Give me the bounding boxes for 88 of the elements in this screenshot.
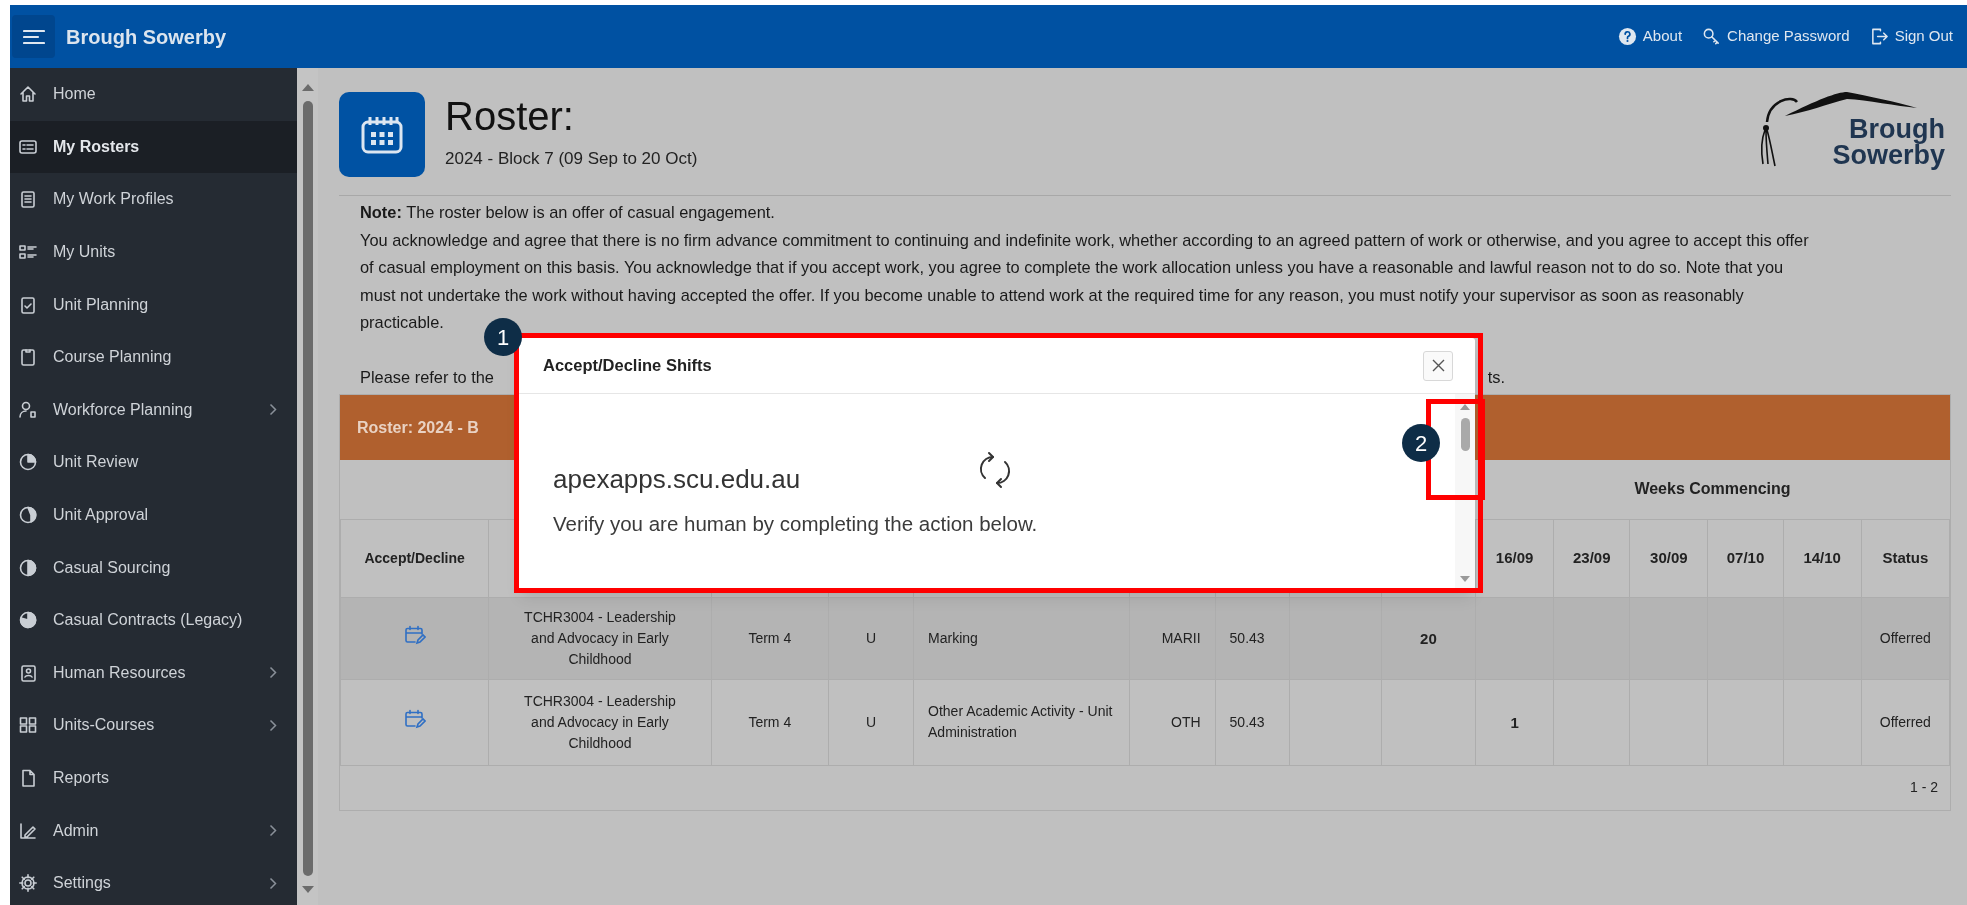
table-cell: 20 xyxy=(1420,629,1437,647)
gear-icon xyxy=(18,873,38,894)
table-cell: U xyxy=(865,629,876,646)
clipboard-icon xyxy=(18,347,38,368)
table-cell: Offerred xyxy=(1879,713,1931,730)
pie-chart-icon xyxy=(18,505,38,526)
table-cell: Term 4 xyxy=(748,629,792,646)
table-cell: OTH xyxy=(1171,713,1201,730)
sign-out-icon xyxy=(1869,27,1889,46)
reference-text: Please refer to the xyxy=(360,366,494,388)
table-cell: 50.43 xyxy=(1229,713,1265,730)
scroll-down-icon[interactable] xyxy=(301,886,314,893)
sidebar-item[interactable]: Unit Review xyxy=(10,436,297,489)
sidebar-item[interactable]: My Work Profiles xyxy=(10,173,297,226)
page-subtitle: 2024 - Block 7 (09 Sep to 20 Oct) xyxy=(445,148,698,170)
calendar-icon xyxy=(360,114,404,155)
menu-icon xyxy=(22,28,45,45)
column-group-header: Weeks Commencing xyxy=(1634,480,1791,498)
table-cell: Marking xyxy=(928,629,978,646)
clipboard-icon xyxy=(18,189,38,210)
clipboard-check-icon xyxy=(18,294,38,315)
calendar-edit-icon xyxy=(403,709,426,729)
table-cell: Other Academic Activity - Unit Administration xyxy=(928,703,1113,740)
column-header: 23/09 xyxy=(1572,548,1611,566)
column-header: 30/09 xyxy=(1650,548,1688,566)
pie-chart-icon xyxy=(18,610,38,631)
header-link[interactable]: About xyxy=(1617,25,1683,48)
dialog-title: Accept/Decline Shifts xyxy=(543,355,712,377)
sidebar-item[interactable]: Settings xyxy=(10,856,297,905)
scrollbar[interactable] xyxy=(297,68,318,905)
table-cell: MARII xyxy=(1161,629,1201,646)
grid-icon xyxy=(18,715,38,736)
scrollbar-thumb[interactable] xyxy=(302,101,313,876)
column-header: Accept/Decline xyxy=(364,549,465,566)
reference-text: ts. xyxy=(1487,366,1505,388)
note-text: Note: The roster below is an offer of casual engagement. xyxy=(360,202,776,223)
sidebar-item[interactable]: Casual Sourcing xyxy=(10,541,297,594)
edit-shift-button[interactable] xyxy=(403,625,426,645)
key-icon xyxy=(1702,27,1722,46)
header-link[interactable]: Sign Out xyxy=(1869,25,1953,48)
scroll-up-icon[interactable] xyxy=(301,84,314,91)
scroll-up-icon[interactable] xyxy=(1460,404,1470,410)
sidebar-item[interactable]: My Units xyxy=(10,225,297,279)
page-title: Roster: xyxy=(445,93,575,140)
sidebar-item[interactable]: My Rosters xyxy=(10,120,297,174)
menu-button[interactable] xyxy=(12,15,55,58)
column-header: Status xyxy=(1882,548,1929,566)
verification-message: Verify you are human by completing the action below. xyxy=(553,511,1039,537)
scrollbar-thumb[interactable] xyxy=(1460,418,1470,451)
site-name: apexapps.scu.edu.au xyxy=(553,463,801,496)
close-button[interactable] xyxy=(1423,350,1453,381)
pie-chart-icon xyxy=(18,557,38,578)
scrollbar[interactable] xyxy=(1455,394,1475,590)
table-cell: TCHR3004 - Leadership and Advocacy in Early Childhood xyxy=(524,608,676,667)
id-card-icon xyxy=(18,662,38,683)
sidebar-item[interactable]: Course Planning xyxy=(10,330,297,384)
scroll-down-icon[interactable] xyxy=(1460,576,1470,582)
table-cell: Offerred xyxy=(1879,629,1931,646)
sidebar-item[interactable]: Human Resources xyxy=(10,646,297,700)
column-header: 16/09 xyxy=(1495,548,1534,566)
house-icon xyxy=(18,84,38,105)
sidebar-item[interactable]: Workforce Planning xyxy=(10,383,297,437)
help-icon xyxy=(1617,27,1637,46)
edit-shift-button[interactable] xyxy=(403,709,426,729)
table-cell: 1 xyxy=(1510,713,1519,731)
pie-chart-icon xyxy=(18,452,38,473)
sidebar-item[interactable]: Units-Courses xyxy=(10,699,297,752)
table-cell: Term 4 xyxy=(748,713,792,730)
table-cell: U xyxy=(865,713,876,730)
pagination-text: 1 - 2 xyxy=(1910,778,1938,797)
user-icon xyxy=(18,399,38,420)
sidebar-item[interactable]: Home xyxy=(10,68,297,121)
sidebar-item[interactable]: Unit Approval xyxy=(10,488,297,542)
header-link[interactable]: Change Password xyxy=(1702,25,1850,48)
sidebar-item[interactable]: Casual Contracts (Legacy) xyxy=(10,593,297,647)
sidebar-item[interactable]: Admin xyxy=(10,804,297,857)
sidebar-item[interactable]: Reports xyxy=(10,751,297,805)
table-cell: TCHR3004 - Leadership and Advocacy in Early Childhood xyxy=(524,692,676,751)
sidebar-item[interactable]: Unit Planning xyxy=(10,278,297,331)
logo-text: Brough xyxy=(1849,116,1945,142)
pencil-icon xyxy=(18,820,38,841)
calendar-edit-icon xyxy=(403,625,426,645)
panel-title: Roster: 2024 - B xyxy=(357,417,479,438)
app-title: Brough Sowerby xyxy=(66,24,226,50)
column-header: 14/10 xyxy=(1803,548,1841,566)
table-cell: 50.43 xyxy=(1229,629,1265,646)
column-header: 07/10 xyxy=(1726,548,1765,566)
close-icon xyxy=(1431,359,1445,372)
